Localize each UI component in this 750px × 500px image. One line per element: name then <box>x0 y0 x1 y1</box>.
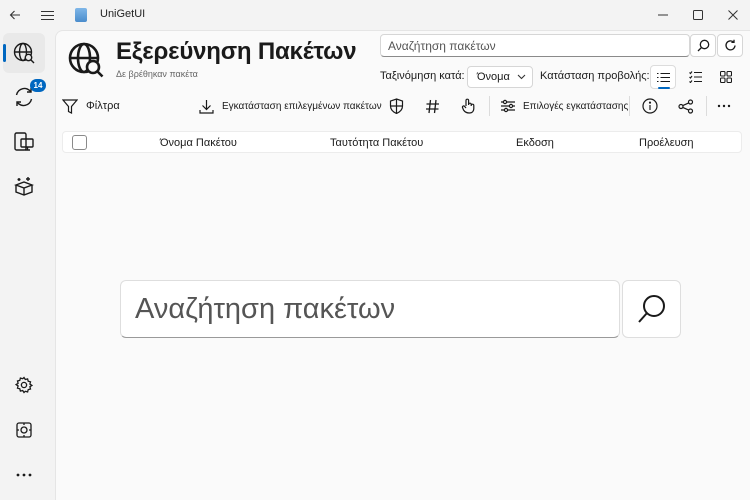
sidebar-item-installed[interactable] <box>3 122 45 162</box>
install-options-label: Επιλογές εγκατάστασης <box>523 100 629 112</box>
main-search-button[interactable] <box>622 280 681 338</box>
app-logo-icon <box>75 8 87 22</box>
share-button[interactable] <box>678 94 694 118</box>
globe-search-icon <box>13 42 35 64</box>
chevron-down-icon <box>517 74 526 80</box>
more-horizontal-icon <box>717 104 731 108</box>
minimize-icon <box>658 14 668 16</box>
more-horizontal-icon <box>16 473 32 477</box>
view-mode-label: Κατάσταση προβολής: <box>540 70 650 82</box>
grid-view-icon <box>720 71 732 83</box>
column-header-source[interactable]: Προέλευση <box>639 137 694 149</box>
toolbar-separator <box>489 96 490 116</box>
active-indicator <box>3 44 6 62</box>
view-grid-button[interactable] <box>713 65 739 89</box>
interactive-button[interactable] <box>461 94 475 118</box>
main-search-input[interactable] <box>120 280 620 338</box>
menu-button[interactable] <box>34 0 60 30</box>
minimize-button[interactable] <box>648 0 678 30</box>
page-title: Εξερεύνηση Πακέτων <box>116 38 357 65</box>
install-options-button[interactable]: Επιλογές εγκατάστασης <box>500 94 628 118</box>
close-icon <box>728 10 738 20</box>
close-button[interactable] <box>718 0 748 30</box>
search-button[interactable] <box>690 34 716 57</box>
select-all-checkbox[interactable] <box>72 135 87 150</box>
updates-count-badge: 14 <box>30 79 46 92</box>
install-selected-label: Εγκατάσταση επιλεγμένων πακέτων <box>222 100 382 112</box>
administrator-button[interactable] <box>389 94 404 118</box>
table-header: Όνομα Πακέτου Ταυτότητα Πακέτου Εκδοση Π… <box>62 131 742 153</box>
reload-button[interactable] <box>717 34 743 57</box>
window-title: UniGetUI <box>100 8 146 20</box>
sidebar-item-discover[interactable] <box>3 33 45 73</box>
filter-icon <box>62 98 78 114</box>
search-input[interactable] <box>380 34 690 57</box>
globe-search-icon <box>68 42 104 78</box>
touch-hand-icon <box>461 98 475 114</box>
column-header-id[interactable]: Ταυτότητα Πακέτου <box>330 137 423 149</box>
sort-dropdown[interactable]: Όνομα <box>467 66 533 88</box>
options-sliders-icon <box>501 99 515 113</box>
back-button[interactable] <box>2 0 28 30</box>
maximize-button[interactable] <box>683 0 713 30</box>
search-icon <box>637 295 665 323</box>
package-sparkle-icon <box>14 177 34 196</box>
devices-icon <box>14 132 34 151</box>
search-icon <box>697 39 709 52</box>
filters-label: Φίλτρα <box>86 100 120 112</box>
checklist-view-icon <box>688 71 702 83</box>
shield-icon <box>389 98 404 114</box>
arrow-left-icon <box>9 10 20 20</box>
sidebar-item-settings[interactable] <box>3 365 45 405</box>
install-selected-button[interactable]: Εγκατάσταση επιλεγμένων πακέτων <box>199 94 382 118</box>
column-header-version[interactable]: Εκδοση <box>516 137 554 149</box>
sort-label: Ταξινόμηση κατά: <box>380 70 465 82</box>
filters-button[interactable]: Φίλτρα <box>62 94 120 118</box>
more-actions-button[interactable] <box>717 94 731 118</box>
view-list-button[interactable] <box>650 65 676 89</box>
sidebar-item-more[interactable] <box>3 455 45 495</box>
list-view-icon <box>656 72 670 82</box>
sidebar-item-about[interactable] <box>3 410 45 450</box>
download-icon <box>199 99 214 114</box>
title-bar: UniGetUI <box>0 0 750 30</box>
share-icon <box>678 98 694 114</box>
hamburger-icon <box>40 10 54 20</box>
hash-icon <box>426 99 439 113</box>
toolbar-separator <box>629 96 630 116</box>
package-details-button[interactable] <box>642 94 658 118</box>
column-header-name[interactable]: Όνομα Πακέτου <box>160 137 237 149</box>
gear-icon <box>15 376 33 394</box>
page-subtitle: Δε βρέθηκαν πακέτα <box>116 69 198 79</box>
settings-image-icon <box>16 422 32 438</box>
skip-hash-button[interactable] <box>425 94 440 118</box>
sidebar-item-bundles[interactable] <box>3 166 45 206</box>
maximize-icon <box>693 10 703 20</box>
view-details-button[interactable] <box>682 65 708 89</box>
toolbar-separator <box>706 96 707 116</box>
sort-value: Όνομα <box>477 71 510 83</box>
info-icon <box>642 98 658 114</box>
refresh-icon <box>724 39 736 51</box>
